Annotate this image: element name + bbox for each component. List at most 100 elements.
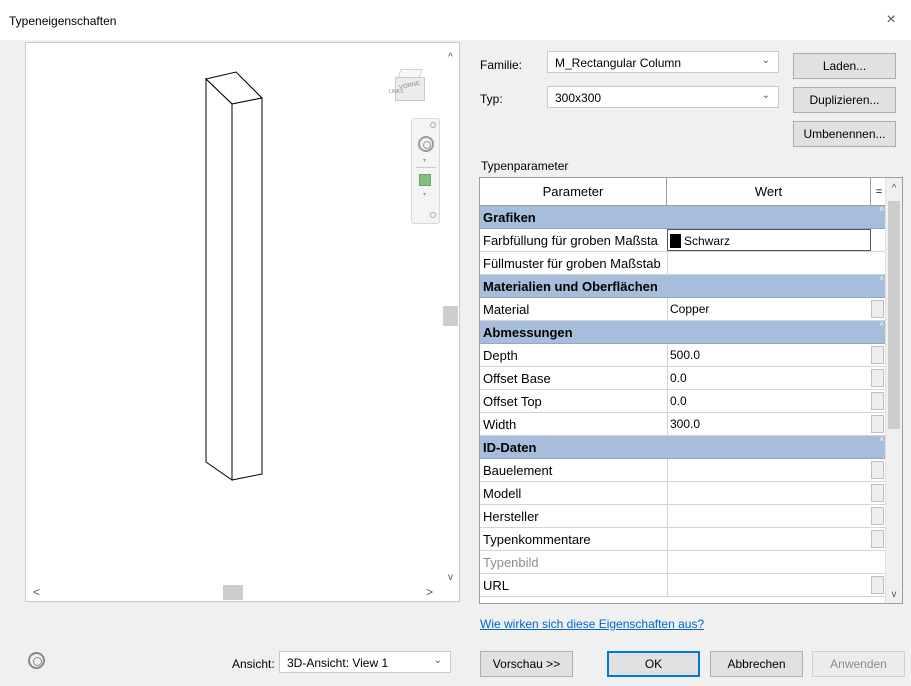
parameter-value[interactable] <box>667 482 871 504</box>
associate-parameter-button[interactable] <box>871 484 884 502</box>
typenparameter-label: Typenparameter <box>481 159 569 173</box>
steering-wheel-icon[interactable] <box>418 136 434 152</box>
parameter-value[interactable] <box>667 459 871 481</box>
parameter-name: URL <box>483 578 510 593</box>
close-icon[interactable]: × <box>881 10 901 30</box>
color-swatch-icon <box>670 234 681 248</box>
parameter-name: Modell <box>483 486 522 501</box>
help-link[interactable]: Wie wirken sich diese Eigenschaften aus? <box>480 617 704 631</box>
parameter-name: Bauelement <box>483 463 553 478</box>
associate-parameter-button[interactable] <box>871 346 884 364</box>
umbenennen-button[interactable]: Umbenennen... <box>793 121 896 147</box>
parameter-group-row[interactable]: Grafiken ˄ <box>480 205 887 229</box>
associate-parameter-button[interactable] <box>871 415 884 433</box>
ansicht-select[interactable]: 3D-Ansicht: View 1 ⌄ <box>279 651 451 673</box>
zoom-icon[interactable] <box>419 174 431 186</box>
parameter-value[interactable] <box>667 528 871 550</box>
steering-wheel-icon[interactable] <box>27 651 47 671</box>
parameter-group-row[interactable]: ID-Daten ˄ <box>480 435 887 459</box>
parameter-value-text: Schwarz <box>684 234 731 248</box>
column-header-parameter[interactable]: Parameter <box>480 178 667 206</box>
parameter-value[interactable]: 300.0 <box>667 413 871 435</box>
parameter-value[interactable]: Schwarz <box>667 229 871 251</box>
viewcube[interactable]: VORNE LINKS <box>389 65 429 105</box>
scroll-left-icon[interactable]: < <box>28 584 45 601</box>
scroll-thumb[interactable] <box>443 306 458 326</box>
scroll-thumb[interactable] <box>888 201 900 429</box>
table-header: Parameter Wert = <box>480 178 887 206</box>
preview-horizontal-scrollbar[interactable]: < > <box>26 584 444 601</box>
parameter-row[interactable]: Bauelement <box>480 459 887 482</box>
associate-parameter-button[interactable] <box>871 507 884 525</box>
scroll-right-icon[interactable]: > <box>421 584 438 601</box>
parameter-value[interactable]: 0.0 <box>667 390 871 412</box>
chevron-down-icon[interactable]: ▾ <box>423 191 426 198</box>
parameter-row[interactable]: Hersteller <box>480 505 887 528</box>
parameter-row[interactable]: Offset Base 0.0 <box>480 367 887 390</box>
collapse-icon[interactable]: ˄ <box>879 435 884 444</box>
navbar-options-icon[interactable] <box>430 212 436 218</box>
vorschau-button[interactable]: Vorschau >> <box>480 651 573 677</box>
preview-vertical-scrollbar[interactable]: ^ v <box>442 43 459 586</box>
associate-parameter-button[interactable] <box>871 530 884 548</box>
parameter-row[interactable]: Füllmuster für groben Maßstab <box>480 252 887 275</box>
associate-parameter-button[interactable] <box>871 461 884 479</box>
parameter-row[interactable]: Modell <box>480 482 887 505</box>
typ-select[interactable]: 300x300 ⌄ <box>547 86 779 108</box>
column-header-wert[interactable]: Wert <box>667 178 871 206</box>
parameter-group-row[interactable]: Abmessungen ˄ <box>480 320 887 344</box>
collapse-icon[interactable]: ˄ <box>879 274 884 283</box>
chevron-down-icon: ⌄ <box>433 655 442 666</box>
parameter-row[interactable]: Farbfüllung für groben Maßsta Schwarz <box>480 229 887 252</box>
associate-parameter-button[interactable] <box>871 300 884 318</box>
parameter-name: Hersteller <box>483 509 539 524</box>
scroll-up-icon[interactable]: ^ <box>442 49 459 66</box>
wheel-ring <box>28 652 45 669</box>
parameter-group-row[interactable]: Materialien und Oberflächen ˄ <box>480 274 887 298</box>
parameter-row[interactable]: Width 300.0 <box>480 413 887 436</box>
table-vertical-scrollbar[interactable]: ^ v <box>885 178 902 603</box>
chevron-down-icon: ⌄ <box>761 55 770 66</box>
parameter-row[interactable]: Depth 500.0 <box>480 344 887 367</box>
parameter-name: Typenkommentare <box>483 532 591 547</box>
parameter-row[interactable]: Offset Top 0.0 <box>480 390 887 413</box>
parameter-value[interactable]: Copper <box>667 298 871 320</box>
associate-parameter-button[interactable] <box>871 576 884 594</box>
duplizieren-button[interactable]: Duplizieren... <box>793 87 896 113</box>
parameter-value[interactable] <box>667 505 871 527</box>
parameter-name: Offset Base <box>483 371 551 386</box>
group-name: Abmessungen <box>483 325 573 340</box>
abbrechen-button[interactable]: Abbrechen <box>710 651 803 677</box>
parameter-value[interactable] <box>667 252 871 274</box>
scroll-down-icon[interactable]: v <box>442 569 459 586</box>
laden-button[interactable]: Laden... <box>793 53 896 79</box>
parameter-row[interactable]: Typenkommentare <box>480 528 887 551</box>
associate-parameter-button[interactable] <box>871 369 884 387</box>
associate-parameter-button[interactable] <box>871 392 884 410</box>
ok-button[interactable]: OK <box>607 651 700 677</box>
parameter-value[interactable] <box>667 574 871 596</box>
collapse-icon[interactable]: ˄ <box>879 205 884 214</box>
parameter-value-text: 0.0 <box>670 394 687 408</box>
column-3d-preview <box>204 71 264 481</box>
parameter-row[interactable]: Material Copper <box>480 298 887 321</box>
chevron-down-icon[interactable]: ▾ <box>423 157 426 164</box>
anwenden-button[interactable]: Anwenden <box>812 651 905 677</box>
type-parameter-table[interactable]: Parameter Wert = Grafiken ˄ Farbfüllung fü… <box>479 177 903 604</box>
navigation-bar: ▾ ▾ <box>411 118 440 224</box>
preview-pane[interactable]: VORNE LINKS ▾ ▾ ^ v < > <box>25 42 460 602</box>
scroll-up-icon[interactable]: ^ <box>886 180 902 197</box>
familie-select[interactable]: M_Rectangular Column ⌄ <box>547 51 779 73</box>
scroll-down-icon[interactable]: v <box>886 586 902 603</box>
parameter-value[interactable]: 500.0 <box>667 344 871 366</box>
parameter-value[interactable]: 0.0 <box>667 367 871 389</box>
navbar-divider <box>416 167 436 168</box>
parameter-value[interactable] <box>667 551 871 573</box>
parameter-row[interactable]: Typenbild <box>480 551 887 574</box>
typ-label: Typ: <box>480 92 503 106</box>
parameter-row[interactable]: URL <box>480 574 887 597</box>
scroll-thumb[interactable] <box>223 585 243 600</box>
viewcube-left-label: LINKS <box>389 89 404 95</box>
navbar-close-icon[interactable] <box>430 122 436 128</box>
collapse-icon[interactable]: ˄ <box>879 320 884 329</box>
